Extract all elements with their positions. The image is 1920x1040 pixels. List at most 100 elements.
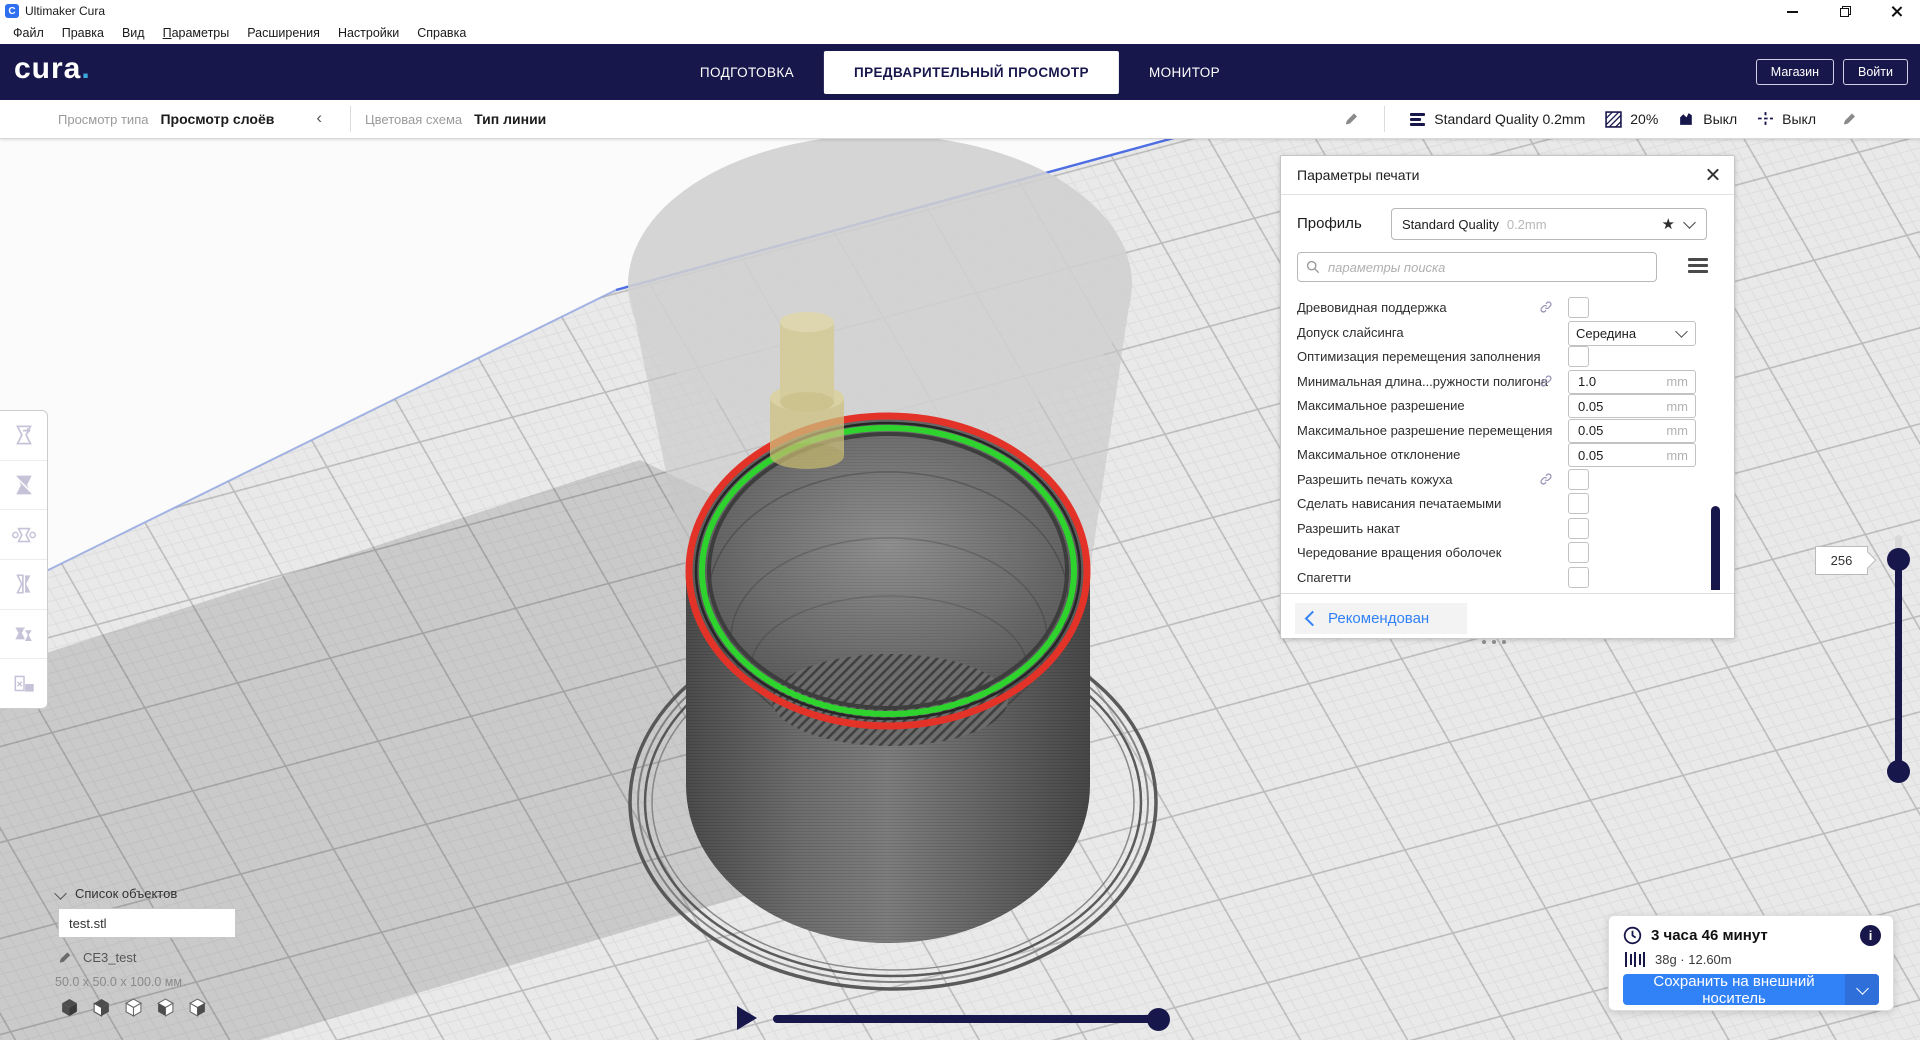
max-travel-resolution-field[interactable]: mm bbox=[1568, 419, 1696, 443]
object-name-field[interactable] bbox=[59, 916, 229, 931]
pencil-icon bbox=[58, 950, 73, 965]
window-titlebar: C Ultimaker Cura bbox=[0, 0, 1920, 22]
link-icon bbox=[1539, 300, 1553, 314]
view-left-icon[interactable] bbox=[156, 998, 175, 1017]
material-usage: 38g · 12.60m bbox=[1655, 952, 1732, 967]
layer-slider-track[interactable] bbox=[1895, 556, 1902, 774]
adhesion-icon bbox=[1757, 111, 1774, 127]
chevron-down-icon bbox=[1675, 325, 1688, 338]
view-type-dropdown[interactable]: Просмотр слоёв bbox=[160, 111, 274, 127]
profile-dropdown[interactable]: Standard Quality 0.2mm ★ bbox=[1391, 208, 1707, 240]
recommended-mode-link[interactable]: Рекомендован bbox=[1295, 603, 1467, 634]
panel-resize-handle[interactable] bbox=[1482, 640, 1506, 644]
setting-row: Максимальное разрешение перемещения mm bbox=[1281, 419, 1734, 444]
max-resolution-field[interactable]: mm bbox=[1568, 394, 1696, 418]
layer-slider-upper-handle[interactable] bbox=[1887, 548, 1910, 571]
info-icon[interactable]: i bbox=[1860, 925, 1881, 946]
collapse-chevron-icon[interactable]: ‹ bbox=[316, 108, 322, 128]
view-toolbar: Просмотр типа Просмотр слоёв ‹ Цветовая … bbox=[0, 100, 1920, 139]
tab-preview[interactable]: ПРЕДВАРИТЕЛЬНЫЙ ПРОСМОТР bbox=[824, 51, 1119, 94]
setting-row: Древовидная поддержка bbox=[1281, 296, 1734, 321]
window-title: Ultimaker Cura bbox=[25, 4, 105, 18]
min-polygon-circumference-field[interactable]: mm bbox=[1568, 370, 1696, 394]
setting-row: Разрешить печать кожуха bbox=[1281, 468, 1734, 493]
max-deviation-field[interactable]: mm bbox=[1568, 443, 1696, 467]
mirror-tool-icon[interactable] bbox=[0, 560, 47, 610]
setting-row: Максимальное разрешение mm bbox=[1281, 394, 1734, 419]
tab-monitor[interactable]: МОНИТОР bbox=[1119, 44, 1250, 100]
draft-shield-checkbox[interactable] bbox=[1568, 469, 1589, 490]
spaghetti-checkbox[interactable] bbox=[1568, 567, 1589, 588]
save-to-removable-button[interactable]: Сохранить на внешний носитель bbox=[1623, 974, 1879, 1005]
setting-row: Спагетти bbox=[1281, 566, 1734, 590]
view-top-icon[interactable] bbox=[124, 998, 143, 1017]
support-blocker-icon[interactable] bbox=[0, 659, 47, 708]
link-icon bbox=[1539, 374, 1553, 388]
slicing-tolerance-dropdown[interactable]: Середина bbox=[1568, 321, 1696, 346]
setting-row: Максимальное отклонение mm bbox=[1281, 443, 1734, 468]
sign-in-button[interactable]: Войти bbox=[1843, 59, 1908, 85]
setting-row: Разрешить накат bbox=[1281, 517, 1734, 542]
pencil-icon[interactable] bbox=[1842, 111, 1858, 127]
adhesion-summary[interactable]: Выкл bbox=[1782, 111, 1816, 127]
menu-edit[interactable]: Правка bbox=[53, 26, 113, 40]
layer-number-badge: 256 bbox=[1815, 546, 1868, 575]
per-model-settings-icon[interactable] bbox=[0, 610, 47, 660]
menu-bar: Файл Правка Вид Параметры Расширения Нас… bbox=[0, 22, 1920, 44]
layers-icon bbox=[1409, 112, 1426, 127]
object-list-item[interactable] bbox=[58, 908, 236, 938]
menu-extensions[interactable]: Расширения bbox=[238, 26, 329, 40]
close-icon[interactable] bbox=[1705, 167, 1720, 182]
setting-row: Чередование вращения оболочек bbox=[1281, 541, 1734, 566]
alternate-skin-rotation-checkbox[interactable] bbox=[1568, 542, 1589, 563]
view-front-icon[interactable] bbox=[92, 998, 111, 1017]
scale-tool-icon[interactable] bbox=[0, 461, 47, 511]
infill-travel-optimization-checkbox[interactable] bbox=[1568, 346, 1589, 367]
minimize-icon[interactable] bbox=[1786, 4, 1800, 18]
settings-search[interactable] bbox=[1297, 252, 1657, 282]
model-cylinder[interactable] bbox=[686, 413, 1090, 943]
view-type-label: Просмотр типа bbox=[58, 112, 148, 127]
search-icon bbox=[1306, 260, 1320, 274]
settings-scrollbar[interactable] bbox=[1711, 506, 1720, 590]
pencil-icon[interactable] bbox=[1344, 111, 1360, 127]
settings-list: Древовидная поддержка Допуск слайсинга С… bbox=[1281, 296, 1734, 590]
hamburger-icon[interactable] bbox=[1688, 258, 1708, 276]
marketplace-button[interactable]: Магазин bbox=[1756, 59, 1834, 85]
view-3d-icon[interactable] bbox=[60, 998, 79, 1017]
restore-icon[interactable] bbox=[1838, 4, 1852, 18]
chevron-left-icon bbox=[1305, 611, 1321, 627]
infill-summary[interactable]: 20% bbox=[1630, 111, 1658, 127]
object-list-toggle[interactable]: Список объектов bbox=[56, 886, 177, 901]
profile-summary[interactable]: Standard Quality 0.2mm bbox=[1434, 111, 1585, 127]
close-icon[interactable] bbox=[1890, 4, 1904, 18]
panel-header: Параметры печати bbox=[1281, 156, 1734, 195]
save-options-dropdown[interactable] bbox=[1845, 974, 1879, 1005]
chevron-down-icon bbox=[1856, 982, 1869, 995]
simulation-slider-track[interactable] bbox=[773, 1015, 1161, 1023]
star-icon[interactable]: ★ bbox=[1662, 215, 1675, 233]
rotate-tool-icon[interactable] bbox=[0, 510, 47, 560]
layer-slider-lower-handle[interactable] bbox=[1887, 760, 1910, 783]
menu-settings[interactable]: Параметры bbox=[154, 26, 239, 40]
nozzle-ghost bbox=[770, 312, 844, 469]
support-summary[interactable]: Выкл bbox=[1703, 111, 1737, 127]
menu-help[interactable]: Справка bbox=[408, 26, 475, 40]
menu-file[interactable]: Файл bbox=[4, 26, 53, 40]
view-right-icon[interactable] bbox=[188, 998, 207, 1017]
print-job-panel: 3 часа 46 минут i 38g · 12.60m Сохранить… bbox=[1608, 915, 1894, 1011]
tab-prepare[interactable]: ПОДГОТОВКА bbox=[670, 44, 824, 100]
printer-name-row[interactable]: CE3_test bbox=[58, 950, 136, 965]
simulation-slider-handle[interactable] bbox=[1147, 1008, 1170, 1031]
menu-view[interactable]: Вид bbox=[113, 26, 154, 40]
move-tool-icon[interactable] bbox=[0, 411, 47, 461]
clock-icon bbox=[1623, 926, 1642, 945]
coasting-checkbox[interactable] bbox=[1568, 518, 1589, 539]
play-icon[interactable] bbox=[737, 1006, 757, 1030]
color-scheme-dropdown[interactable]: Тип линии bbox=[474, 111, 546, 127]
support-icon bbox=[1678, 111, 1695, 127]
search-input[interactable] bbox=[1326, 259, 1630, 276]
tree-support-checkbox[interactable] bbox=[1568, 297, 1589, 318]
menu-preferences[interactable]: Настройки bbox=[329, 26, 408, 40]
make-overhang-printable-checkbox[interactable] bbox=[1568, 493, 1589, 514]
